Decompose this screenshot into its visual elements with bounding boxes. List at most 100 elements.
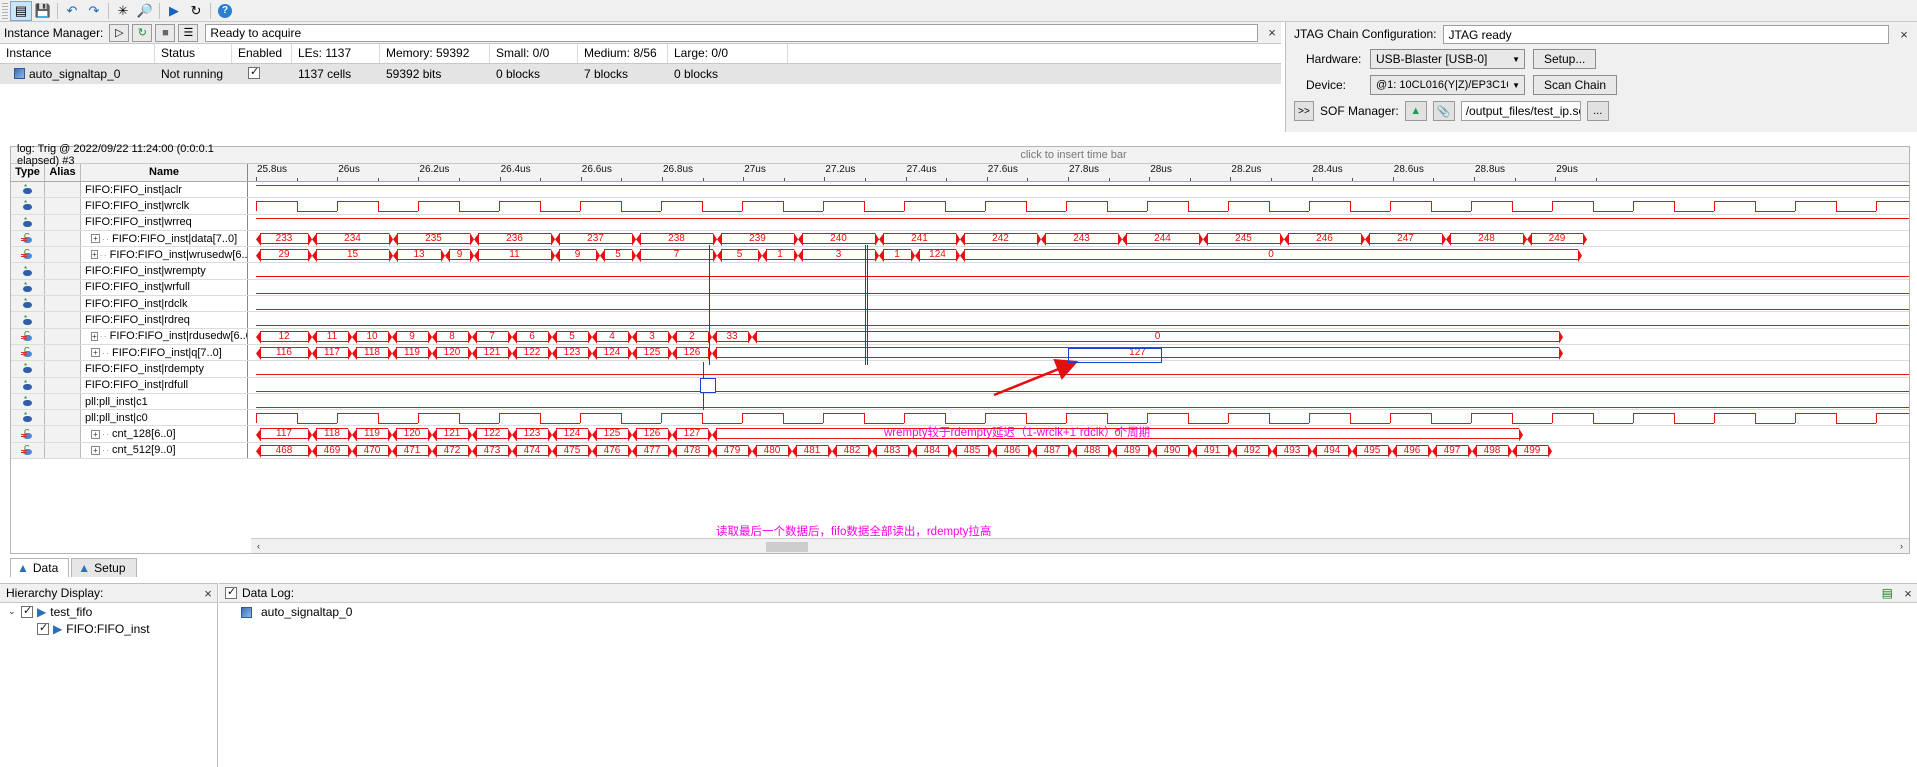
signal-waveform-cell[interactable]	[248, 198, 1909, 213]
signal-name-cell[interactable]: + ·· FIFO:FIFO_inst|data[7..0]	[81, 230, 248, 247]
signal-row[interactable]: C +··FIFO:FIFO_inst|q[7..0] 116 117 118 119 12…	[11, 344, 1909, 362]
binoculars-icon[interactable]: 🔎	[134, 1, 156, 21]
signal-row[interactable]: * FIFO:FIFO_inst|rdempty	[11, 361, 1909, 378]
instance-row[interactable]: auto_signaltap_0 Not running 1137 cells …	[0, 64, 1281, 84]
col-status[interactable]: Status	[155, 44, 232, 63]
signal-row[interactable]: C+··FIFO:FIFO_inst|wrusedw[6..0]29151391…	[11, 247, 1909, 264]
expand-icon[interactable]: +	[91, 250, 98, 260]
signal-waveform-cell[interactable]: 116 117 118 119 120 121 122 123 124 125 126 127	[248, 345, 1909, 360]
signal-alias-cell[interactable]	[45, 442, 81, 459]
signal-waveform-cell[interactable]: 12 11 10 9 8 7 6 5 4 3 2 33 0	[248, 329, 1909, 344]
col-enabled[interactable]: Enabled	[232, 44, 292, 63]
signal-name-cell[interactable]: FIFO:FIFO_inst|rdreq	[81, 312, 248, 328]
signal-alias-cell[interactable]	[45, 344, 81, 361]
signal-name-cell[interactable]: + ·· cnt_128[6..0]	[81, 426, 248, 442]
im-run-icon[interactable]: ▷	[109, 23, 130, 42]
signal-name-cell[interactable]: FIFO:FIFO_inst|wrfull	[81, 279, 248, 296]
open-signaltap-icon[interactable]: ▤	[10, 0, 32, 21]
jtag-close-icon[interactable]: ×	[1895, 25, 1913, 43]
save-icon[interactable]: 💾	[32, 1, 54, 21]
col-medium[interactable]: Medium: 8/56	[578, 44, 668, 63]
expand-icon[interactable]: +	[91, 331, 98, 341]
im-autorun-icon[interactable]: ↻	[132, 23, 153, 42]
col-instance[interactable]: Instance	[0, 44, 155, 63]
signal-row[interactable]: * FIFO:FIFO_inst|wrempty	[11, 263, 1909, 280]
scroll-left-icon[interactable]: ‹	[251, 541, 266, 551]
signal-alias-cell[interactable]	[45, 312, 81, 328]
expand-icon[interactable]: +	[91, 348, 100, 358]
signal-name-cell[interactable]: pll:pll_inst|c0	[81, 410, 248, 426]
expand-icon[interactable]: +	[91, 234, 100, 244]
signal-alias-cell[interactable]	[45, 426, 81, 442]
signal-row[interactable]: * FIFO:FIFO_inst|rdreq	[11, 312, 1909, 329]
help-icon[interactable]: ?	[218, 3, 232, 18]
signal-row[interactable]: C +··cnt_128[6..0] 117 118 119 120 121 122 123 12…	[11, 426, 1909, 443]
signal-name-cell[interactable]: FIFO:FIFO_inst|wrreq	[81, 214, 248, 230]
signal-alias-cell[interactable]	[45, 214, 81, 230]
signal-waveform-cell[interactable]	[248, 263, 1909, 278]
sof-browse-button[interactable]: ...	[1586, 101, 1609, 121]
sof-path-field[interactable]: /output_files/test_ip.sof	[1460, 101, 1581, 121]
col-memory[interactable]: Memory: 59392	[380, 44, 490, 63]
twisty-icon[interactable]: ⌄	[8, 606, 17, 617]
signal-waveform-cell[interactable]	[248, 378, 1909, 393]
expand-button[interactable]: >>	[1294, 101, 1314, 121]
signal-waveform-cell[interactable]: 468 469 470 471 472 473 474 475 476 477 478 479 480 4…	[248, 443, 1909, 458]
expand-icon[interactable]: +	[91, 445, 100, 455]
signal-alias-cell[interactable]	[45, 296, 81, 312]
run-analysis-icon[interactable]: ▶	[163, 1, 185, 21]
signal-alias-cell[interactable]	[45, 393, 81, 410]
expand-icon[interactable]: +	[91, 429, 100, 439]
signal-row[interactable]: * pll:pll_inst|c0	[11, 410, 1909, 427]
data-log-item[interactable]: auto_signaltap_0	[219, 603, 1917, 621]
setup-button[interactable]: Setup...	[1533, 49, 1597, 69]
scroll-track[interactable]	[266, 539, 1894, 553]
data-log-checkbox[interactable]	[225, 585, 237, 599]
signal-row[interactable]: * FIFO:FIFO_inst|rdfull	[11, 377, 1909, 394]
waveform-hscrollbar[interactable]: ‹ ›	[251, 538, 1909, 553]
hierarchy-checkbox[interactable]	[21, 604, 33, 618]
attach-icon[interactable]: 📎	[1432, 101, 1455, 121]
signal-name-cell[interactable]: FIFO:FIFO_inst|wrempty	[81, 263, 248, 279]
signal-alias-cell[interactable]	[45, 328, 81, 344]
data-log-close-icon[interactable]: ×	[1899, 584, 1917, 602]
signal-name-cell[interactable]: FIFO:FIFO_inst|rdempty	[81, 361, 248, 377]
signal-row[interactable]: * FIFO:FIFO_inst|wrclk	[11, 198, 1909, 215]
signal-name-cell[interactable]: FIFO:FIFO_inst|aclr	[81, 182, 248, 198]
data-log-icon[interactable]: ▤	[1882, 586, 1893, 600]
hierarchy-checkbox[interactable]	[37, 621, 49, 635]
signal-name-cell[interactable]: FIFO:FIFO_inst|rdfull	[81, 377, 248, 393]
hierarchy-item[interactable]: ▶FIFO:FIFO_inst	[0, 620, 217, 637]
signal-alias-cell[interactable]	[45, 182, 81, 198]
program-device-icon[interactable]: ▲	[1404, 101, 1427, 121]
tab-setup[interactable]: ▲ Setup	[71, 558, 137, 577]
col-type[interactable]: Type	[11, 164, 45, 181]
signal-waveform-cell[interactable]	[248, 215, 1909, 230]
signal-alias-cell[interactable]	[45, 247, 81, 263]
signal-row[interactable]: C+··FIFO:FIFO_inst|data[7..0]23323423523…	[11, 230, 1909, 248]
signal-alias-cell[interactable]	[45, 377, 81, 393]
autorun-icon[interactable]: ↻	[185, 1, 207, 21]
hierarchy-item[interactable]: ⌄ ▶test_fifo	[0, 603, 217, 620]
signal-row[interactable]: * FIFO:FIFO_inst|wrreq	[11, 214, 1909, 231]
signal-name-cell[interactable]: FIFO:FIFO_inst|wrclk	[81, 198, 248, 214]
signal-row[interactable]: * FIFO:FIFO_inst|aclr	[11, 182, 1909, 199]
tab-data[interactable]: ▲ Data	[10, 558, 70, 577]
signal-alias-cell[interactable]	[45, 361, 81, 377]
signal-name-cell[interactable]: pll:pll_inst|c1	[81, 393, 248, 410]
signal-row[interactable]: * FIFO:FIFO_inst|rdclk	[11, 296, 1909, 313]
signal-waveform-cell[interactable]	[248, 296, 1909, 311]
signal-waveform-cell[interactable]	[248, 182, 1909, 197]
signal-waveform-cell[interactable]	[248, 361, 1909, 376]
scroll-thumb[interactable]	[766, 541, 808, 552]
signal-alias-cell[interactable]	[45, 279, 81, 296]
col-alias[interactable]: Alias	[45, 164, 81, 181]
col-signal-name[interactable]: Name	[81, 164, 248, 181]
time-ruler[interactable]: 25.8us 26us 26.2us 26.4us 26.6us 26.8us 27us 27…	[248, 164, 1909, 181]
undo-icon[interactable]: ↶	[61, 1, 83, 21]
signal-waveform-cell[interactable]	[248, 394, 1909, 409]
signal-name-cell[interactable]: + ·· cnt_512[9..0]	[81, 442, 248, 459]
im-stop-icon[interactable]: ■	[155, 23, 176, 42]
toolbar-grip[interactable]	[2, 2, 8, 19]
hardware-select[interactable]: USB-Blaster [USB-0] ▼	[1370, 49, 1525, 69]
